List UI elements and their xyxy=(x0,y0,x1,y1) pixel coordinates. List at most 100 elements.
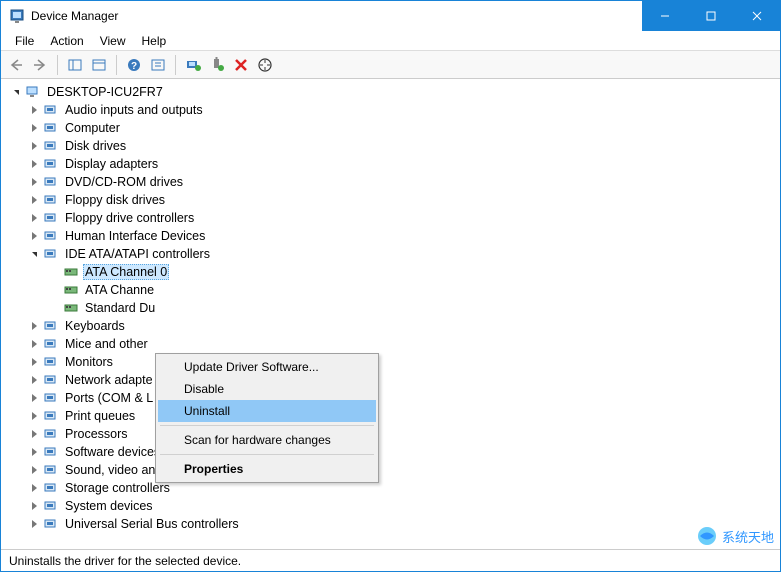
tree-category[interactable]: Monitors xyxy=(27,353,780,371)
spacer xyxy=(47,283,61,297)
category-icon xyxy=(43,426,59,442)
help-button[interactable]: ? xyxy=(123,54,145,76)
tree-category[interactable]: Sound, video and game controllers xyxy=(27,461,780,479)
watermark: 系统天地 xyxy=(696,525,774,547)
uninstall-button[interactable] xyxy=(230,54,252,76)
tree-category-label: Software devices xyxy=(63,445,162,459)
tree-device-label: ATA Channel 0 xyxy=(83,264,169,280)
tree-category[interactable]: Floppy drive controllers xyxy=(27,209,780,227)
tree-device-label: ATA Channe xyxy=(83,283,156,297)
expand-arrow-icon[interactable] xyxy=(27,157,41,171)
expand-arrow-icon[interactable] xyxy=(27,211,41,225)
context-menu-item[interactable]: Scan for hardware changes xyxy=(158,429,376,451)
menu-help[interactable]: Help xyxy=(134,32,175,50)
spacer xyxy=(47,301,61,315)
context-menu-item[interactable]: Properties xyxy=(158,458,376,480)
category-icon xyxy=(43,192,59,208)
device-icon xyxy=(63,300,79,316)
toolbar-separator xyxy=(175,55,176,75)
back-button[interactable] xyxy=(5,54,27,76)
expand-arrow-icon[interactable] xyxy=(27,481,41,495)
expand-arrow-icon[interactable] xyxy=(27,121,41,135)
expand-arrow-icon[interactable] xyxy=(27,373,41,387)
tree-category[interactable]: Universal Serial Bus controllers xyxy=(27,515,780,533)
tree-category-label: Display adapters xyxy=(63,157,160,171)
maximize-button[interactable] xyxy=(688,1,734,31)
expand-arrow-icon[interactable] xyxy=(27,355,41,369)
tree-root[interactable]: DESKTOP-ICU2FR7 xyxy=(9,83,780,101)
tree-category[interactable]: Network adapte xyxy=(27,371,780,389)
expand-arrow-icon[interactable] xyxy=(27,391,41,405)
category-icon xyxy=(43,318,59,334)
expand-arrow-icon[interactable] xyxy=(27,139,41,153)
tree-category[interactable]: Ports (COM & L xyxy=(27,389,780,407)
enable-button[interactable] xyxy=(206,54,228,76)
tree-category-label: IDE ATA/ATAPI controllers xyxy=(63,247,212,261)
category-icon xyxy=(43,120,59,136)
expand-arrow-icon[interactable] xyxy=(27,337,41,351)
expand-arrow-icon[interactable] xyxy=(27,103,41,117)
expand-arrow-icon[interactable] xyxy=(27,499,41,513)
scan-hardware-button[interactable] xyxy=(254,54,276,76)
tree-device[interactable]: ATA Channe xyxy=(47,281,780,299)
tree-category[interactable]: Floppy disk drives xyxy=(27,191,780,209)
tree-category[interactable]: Disk drives xyxy=(27,137,780,155)
tree-category[interactable]: Software devices xyxy=(27,443,780,461)
tree-category-label: Processors xyxy=(63,427,130,441)
tree-category[interactable]: IDE ATA/ATAPI controllers xyxy=(27,245,780,263)
expand-arrow-icon[interactable] xyxy=(27,319,41,333)
expand-arrow-icon[interactable] xyxy=(27,193,41,207)
tree-category-label: DVD/CD-ROM drives xyxy=(63,175,185,189)
tree-device[interactable]: ATA Channel 0 xyxy=(47,263,780,281)
expand-arrow-icon[interactable] xyxy=(27,463,41,477)
statusbar-text: Uninstalls the driver for the selected d… xyxy=(9,554,241,568)
tree-category-label: Storage controllers xyxy=(63,481,172,495)
tree-category-label: Universal Serial Bus controllers xyxy=(63,517,241,531)
update-driver-button[interactable] xyxy=(182,54,204,76)
app-icon xyxy=(9,8,25,24)
menu-view[interactable]: View xyxy=(92,32,134,50)
expand-arrow-icon[interactable] xyxy=(27,445,41,459)
expand-arrow-icon[interactable] xyxy=(27,427,41,441)
tree-category[interactable]: Storage controllers xyxy=(27,479,780,497)
expand-arrow-icon[interactable] xyxy=(27,247,41,261)
forward-button[interactable] xyxy=(29,54,51,76)
context-menu-item[interactable]: Update Driver Software... xyxy=(158,356,376,378)
context-menu-item[interactable]: Uninstall xyxy=(158,400,376,422)
action-button[interactable] xyxy=(147,54,169,76)
expand-arrow-icon[interactable] xyxy=(27,175,41,189)
tree-category[interactable]: Audio inputs and outputs xyxy=(27,101,780,119)
category-icon xyxy=(43,228,59,244)
expand-arrow-icon[interactable] xyxy=(27,409,41,423)
statusbar: Uninstalls the driver for the selected d… xyxy=(1,549,780,571)
tree-category[interactable]: Print queues xyxy=(27,407,780,425)
context-menu-item[interactable]: Disable xyxy=(158,378,376,400)
tree-category-label: Keyboards xyxy=(63,319,127,333)
tree-category[interactable]: Processors xyxy=(27,425,780,443)
tree-device[interactable]: Standard Du xyxy=(47,299,780,317)
tree-category[interactable]: Computer xyxy=(27,119,780,137)
tree-category[interactable]: Keyboards xyxy=(27,317,780,335)
expand-arrow-icon[interactable] xyxy=(27,517,41,531)
toolbar: ? xyxy=(1,51,780,79)
category-icon xyxy=(43,390,59,406)
properties-button[interactable] xyxy=(88,54,110,76)
titlebar: Device Manager xyxy=(1,1,780,31)
computer-icon xyxy=(25,84,41,100)
toolbar-separator xyxy=(57,55,58,75)
menu-action[interactable]: Action xyxy=(42,32,91,50)
tree-category-label: Ports (COM & L xyxy=(63,391,155,405)
tree-category-label: Monitors xyxy=(63,355,115,369)
minimize-button[interactable] xyxy=(642,1,688,31)
expand-arrow-icon[interactable] xyxy=(9,85,23,99)
tree-category[interactable]: System devices xyxy=(27,497,780,515)
tree-category[interactable]: DVD/CD-ROM drives xyxy=(27,173,780,191)
tree-category[interactable]: Human Interface Devices xyxy=(27,227,780,245)
menu-file[interactable]: File xyxy=(7,32,42,50)
show-hide-console-button[interactable] xyxy=(64,54,86,76)
expand-arrow-icon[interactable] xyxy=(27,229,41,243)
close-button[interactable] xyxy=(734,1,780,31)
tree-category[interactable]: Mice and other xyxy=(27,335,780,353)
tree-category[interactable]: Display adapters xyxy=(27,155,780,173)
context-menu-separator xyxy=(160,425,374,426)
